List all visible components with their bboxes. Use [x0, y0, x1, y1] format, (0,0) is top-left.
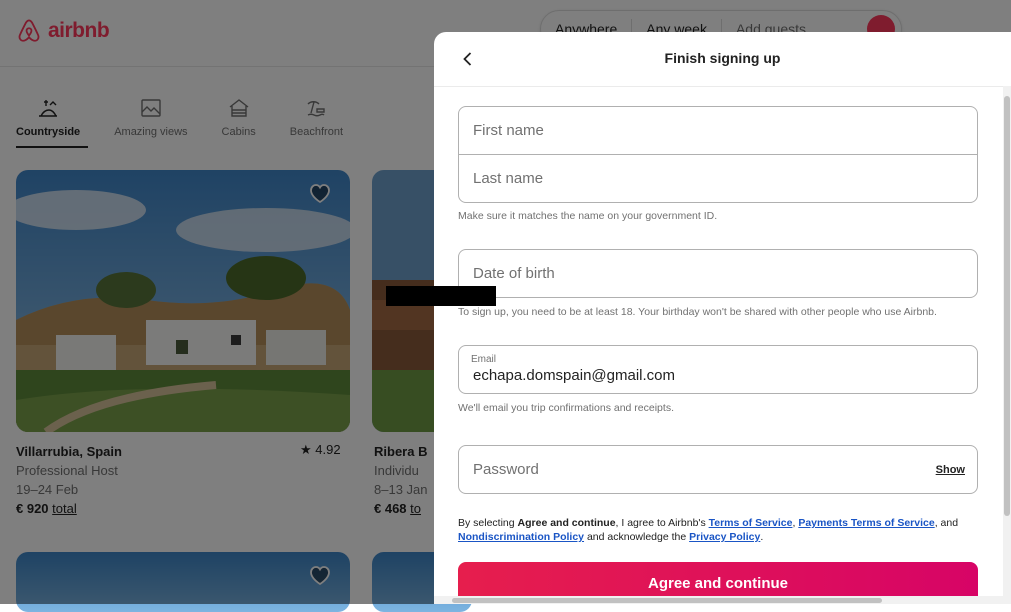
legal-text: By selecting Agree and continue, I agree… [458, 517, 959, 543]
modal-header: Finish signing up [434, 32, 1011, 87]
name-helper-text: Make sure it matches the name on your go… [458, 210, 718, 222]
vertical-scrollbar-thumb[interactable] [1004, 96, 1010, 516]
show-password-button[interactable]: Show [936, 464, 965, 476]
payments-terms-link[interactable]: Payments Terms of Service [798, 517, 934, 529]
password-field[interactable]: Show [459, 446, 977, 493]
password-input[interactable] [471, 460, 936, 479]
dob-helper-text: To sign up, you need to be at least 18. … [458, 306, 937, 318]
last-name-field[interactable] [459, 154, 977, 202]
name-fields [458, 106, 978, 203]
password-field-group: Show [458, 445, 978, 494]
signup-modal: Finish signing up Make sure it matches t… [434, 32, 1011, 604]
nondiscrimination-policy-link[interactable]: Nondiscrimination Policy [458, 531, 584, 543]
horizontal-scrollbar-thumb[interactable] [452, 598, 882, 603]
last-name-input[interactable] [471, 169, 965, 188]
date-of-birth-input[interactable] [471, 264, 965, 283]
first-name-field[interactable] [459, 107, 977, 154]
date-of-birth-field[interactable] [459, 250, 977, 297]
modal-title: Finish signing up [664, 50, 781, 66]
terms-of-service-link[interactable]: Terms of Service [709, 517, 793, 529]
privacy-policy-link[interactable]: Privacy Policy [689, 531, 760, 543]
first-name-input[interactable] [471, 121, 965, 140]
email-field-group: Email [458, 345, 978, 394]
email-helper-text: We'll email you trip confirmations and r… [458, 402, 674, 414]
email-input[interactable] [471, 366, 969, 385]
redaction-box [386, 286, 496, 306]
dob-field-group [458, 249, 978, 298]
email-field[interactable]: Email [459, 346, 977, 393]
signup-form: Make sure it matches the name on your go… [458, 106, 978, 604]
email-label: Email [471, 354, 497, 365]
